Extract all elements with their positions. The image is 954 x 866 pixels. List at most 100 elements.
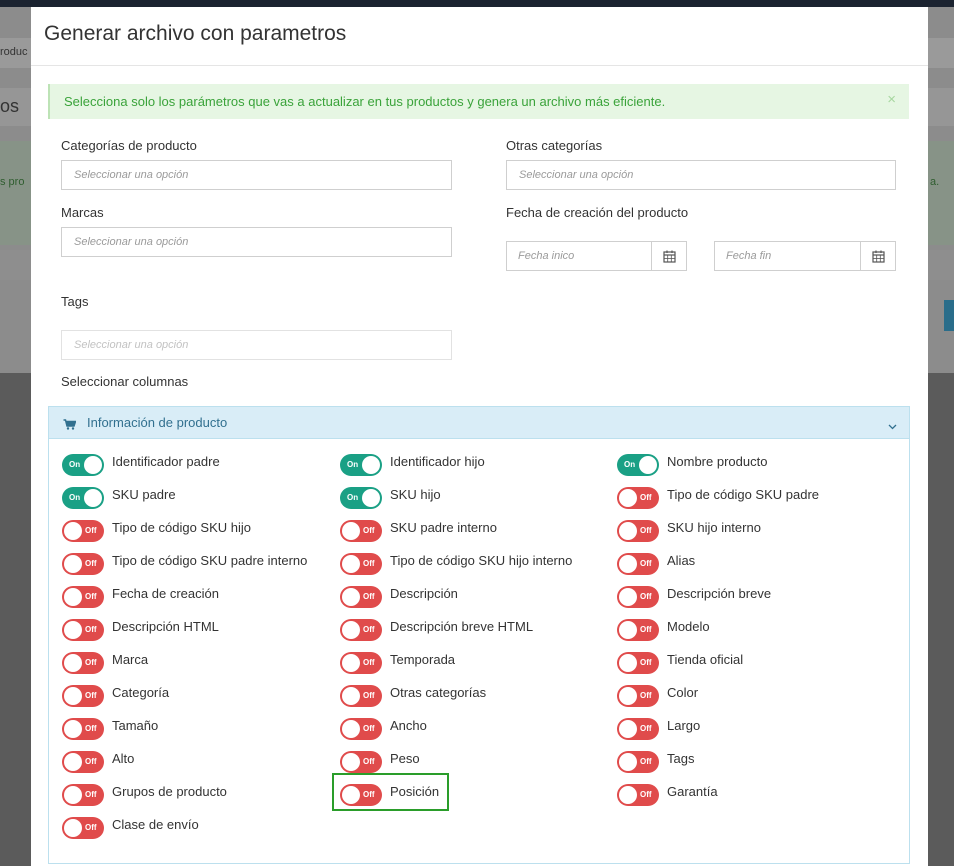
toggle-knob [64,819,82,837]
toggle-state-text: Off [640,526,652,535]
toggle-switch[interactable]: Off [617,685,659,707]
toggle-knob [64,654,82,672]
toggle-label: Otras categorías [390,685,487,700]
toggle-state-text: On [347,493,359,502]
panel-heading[interactable]: Información de producto [49,407,909,439]
toggle-switch[interactable]: Off [340,718,382,740]
toggle-switch[interactable]: Off [340,553,382,575]
toggle-state-text: Off [363,625,375,634]
toggle-switch[interactable]: Off [62,619,104,641]
toggle-state-text: Off [363,724,375,733]
toggle-state-text: On [624,460,636,469]
fecha-fin-input[interactable]: Fecha fin [714,241,896,271]
toggle-state-text: Off [85,559,97,568]
panel-title: Información de producto [87,415,228,430]
toggle-switch[interactable]: Off [617,751,659,773]
toggle-label: Descripción breve [667,586,772,601]
toggle-knob [639,456,657,474]
toggle-switch[interactable]: Off [62,718,104,740]
fecha-inicio-input[interactable]: Fecha inico [506,241,687,271]
toggle-knob [619,555,637,573]
toggle-switch[interactable]: Off [62,586,104,608]
toggle-switch[interactable]: Off [62,817,104,839]
toggle-state-text: Off [85,823,97,832]
background-top-bar [0,0,954,7]
toggle-knob [342,621,360,639]
toggle-switch[interactable]: Off [340,520,382,542]
toggle-switch[interactable]: Off [617,718,659,740]
toggle-switch[interactable]: Off [62,520,104,542]
toggle-switch[interactable]: Off [617,553,659,575]
tags-label: Tags [61,294,89,309]
toggle-switch[interactable]: Off [617,619,659,641]
toggle-label: SKU hijo [390,487,441,502]
toggle-label: Temporada [390,652,456,667]
toggle-label: Peso [390,751,420,766]
toggle-state-text: Off [85,658,97,667]
toggle-switch[interactable]: Off [340,619,382,641]
toggle-label: Ancho [390,718,427,733]
toggle-state-text: Off [640,592,652,601]
toggle-label: Descripción HTML [112,619,219,634]
toggle-state-text: Off [640,757,652,766]
toggle-switch[interactable]: Off [340,652,382,674]
toggle-switch[interactable]: On [62,487,104,509]
toggle-state-text: Off [640,790,652,799]
toggle-label: Garantía [667,784,718,799]
toggle-switch[interactable]: Off [62,685,104,707]
toggle-knob [362,489,380,507]
toggle-state-text: Off [363,526,375,535]
toggle-knob [619,753,637,771]
toggle-switch[interactable]: Off [62,652,104,674]
toggle-switch[interactable]: Off [62,751,104,773]
toggle-switch[interactable]: Off [617,520,659,542]
chevron-down-icon[interactable] [888,417,897,435]
toggle-switch[interactable]: On [340,487,382,509]
toggle-switch[interactable]: On [617,454,659,476]
toggle-knob [619,687,637,705]
tags-select[interactable]: Seleccionar una opción [61,330,452,360]
toggle-knob [619,786,637,804]
toggle-knob [342,588,360,606]
seleccionar-columnas-label: Seleccionar columnas [61,374,189,389]
toggle-label: Tamaño [112,718,159,733]
toggle-switch[interactable]: Off [617,586,659,608]
toggle-label: Largo [667,718,701,733]
toggle-switch[interactable]: Off [617,784,659,806]
toggle-switch[interactable]: Off [62,553,104,575]
toggle-state-text: Off [85,724,97,733]
calendar-icon[interactable] [651,242,686,270]
otras-categorias-label: Otras categorías [506,138,603,153]
toggle-state-text: Off [85,526,97,535]
toggle-knob [619,720,637,738]
marcas-select[interactable]: Seleccionar una opción [61,227,452,257]
otras-categorias-placeholder: Seleccionar una opción [519,169,634,181]
background-alert-text: s pro [0,176,25,188]
toggle-knob [64,687,82,705]
calendar-icon[interactable] [860,242,895,270]
otras-categorias-select[interactable]: Seleccionar una opción [506,160,896,190]
toggle-label: SKU padre [112,487,176,502]
toggle-switch[interactable]: Off [617,652,659,674]
toggle-switch[interactable]: Off [340,751,382,773]
background-page-title: os [0,96,20,116]
toggle-switch[interactable]: On [62,454,104,476]
toggle-state-text: Off [640,724,652,733]
toggle-switch[interactable]: Off [340,586,382,608]
toggle-label: Descripción [390,586,458,601]
toggle-state-text: Off [640,493,652,502]
tags-placeholder: Seleccionar una opción [74,339,189,351]
toggle-state-text: Off [640,691,652,700]
categorias-select[interactable]: Seleccionar una opción [61,160,452,190]
toggle-label: SKU padre interno [390,520,497,535]
alert-text: Selecciona solo los parámetros que vas a… [64,94,666,109]
toggle-state-text: On [69,460,81,469]
toggle-switch[interactable]: Off [62,784,104,806]
toggle-knob [362,456,380,474]
alert-close-icon[interactable]: × [887,91,896,108]
toggle-switch[interactable]: Off [617,487,659,509]
toggle-switch[interactable]: Off [340,685,382,707]
toggle-label: Identificador hijo [390,454,485,469]
toggle-switch[interactable]: On [340,454,382,476]
toggle-label: Color [667,685,699,700]
